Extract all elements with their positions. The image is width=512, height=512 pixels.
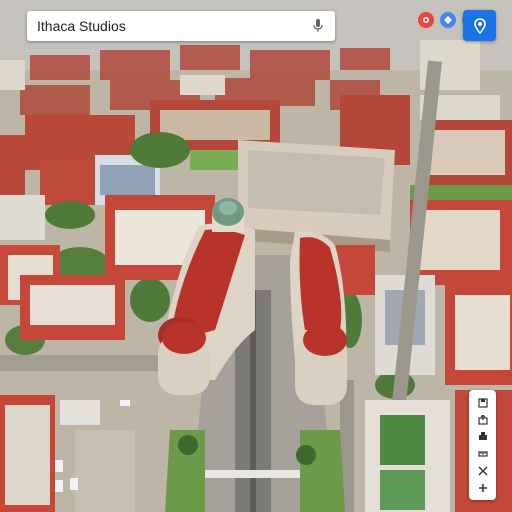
layers-icon[interactable] — [418, 12, 434, 28]
search-input[interactable] — [37, 18, 311, 34]
directions-icon[interactable] — [440, 12, 456, 28]
tools-icon[interactable] — [476, 464, 490, 478]
save-icon[interactable] — [476, 396, 490, 410]
aerial-map[interactable] — [0, 0, 512, 512]
share-icon[interactable] — [476, 413, 490, 427]
search-bar[interactable] — [27, 11, 335, 41]
location-pin-icon — [473, 17, 486, 34]
print-icon[interactable] — [476, 430, 490, 444]
location-pin-button[interactable] — [463, 10, 496, 41]
map-toolbar — [469, 390, 496, 500]
microphone-icon[interactable] — [311, 18, 325, 34]
zoom-in-icon[interactable] — [476, 481, 490, 495]
measure-icon[interactable] — [476, 447, 490, 461]
